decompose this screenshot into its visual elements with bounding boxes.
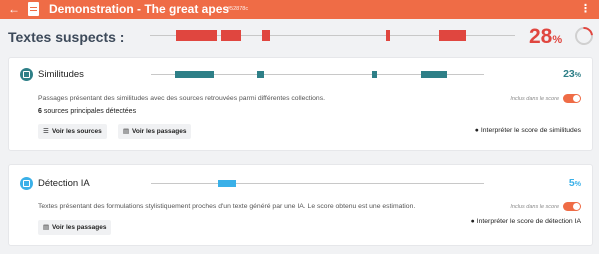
- similarities-include-toggle[interactable]: [563, 94, 581, 103]
- ai-included-label: Inclus dans le score: [510, 204, 559, 210]
- suspect-score: 28%: [529, 25, 563, 48]
- suspect-segment[interactable]: [176, 30, 217, 41]
- ai-score: 5%: [568, 177, 581, 189]
- document-id-tag: #52878c: [227, 6, 249, 12]
- ai-detection-title: Détection IA: [38, 178, 90, 189]
- ai-detection-card: Détection IA 5% Textes présentant des fo…: [8, 164, 593, 246]
- suspect-segment[interactable]: [439, 30, 466, 41]
- suspect-title: Textes suspects :: [8, 29, 125, 45]
- interpret-ai-link[interactable]: ● Interpréter le score de détection IA: [471, 218, 581, 226]
- similarity-segment[interactable]: [421, 71, 447, 78]
- similarities-score: 23%: [563, 68, 581, 80]
- back-arrow-icon[interactable]: ←: [8, 2, 20, 16]
- ai-segment[interactable]: [218, 180, 236, 187]
- view-ai-passages-button[interactable]: ▤ Voir les passages: [38, 220, 112, 235]
- suspect-gauge-icon: [571, 23, 597, 49]
- kebab-menu-icon[interactable]: ⋮: [580, 2, 591, 16]
- lightbulb-icon: ●: [470, 218, 475, 225]
- suspect-segment[interactable]: [221, 30, 241, 41]
- view-sources-button[interactable]: ☰ Voir les sources: [38, 124, 107, 139]
- interpret-similarities-link[interactable]: ● Interpréter le score de similitudes: [475, 127, 581, 135]
- view-passages-button[interactable]: ▤ Voir les passages: [118, 124, 192, 139]
- document-search-icon: ▤: [43, 224, 50, 231]
- suspect-segment[interactable]: [386, 30, 390, 41]
- ai-timeline-track: [151, 183, 484, 184]
- copy-icon: [20, 68, 33, 81]
- ai-description: Textes présentant des formulations styli…: [38, 203, 416, 210]
- robot-icon: [20, 177, 33, 190]
- ai-include-toggle[interactable]: [563, 202, 581, 211]
- similarity-segment[interactable]: [175, 71, 214, 78]
- similarities-description: Passages présentant des similitudes avec…: [38, 95, 325, 102]
- lightbulb-icon: ●: [474, 127, 479, 134]
- similarity-segment[interactable]: [372, 71, 377, 78]
- document-icon: [28, 2, 39, 16]
- suspect-segment[interactable]: [262, 30, 270, 41]
- top-bar: ← Demonstration - The great apes #52878c…: [0, 0, 599, 19]
- similarities-title: Similitudes: [38, 69, 84, 80]
- suspect-summary: Textes suspects : 28%: [0, 19, 599, 57]
- document-title: Demonstration - The great apes: [49, 2, 230, 16]
- similarities-card: Similitudes 23% Passages présentant des …: [8, 57, 593, 151]
- list-icon: ☰: [43, 128, 49, 135]
- document-search-icon: ▤: [123, 128, 130, 135]
- similarities-included-label: Inclus dans le score: [510, 96, 559, 102]
- sources-count: 6 sources principales détectées: [38, 108, 137, 115]
- similarity-segment[interactable]: [257, 71, 264, 78]
